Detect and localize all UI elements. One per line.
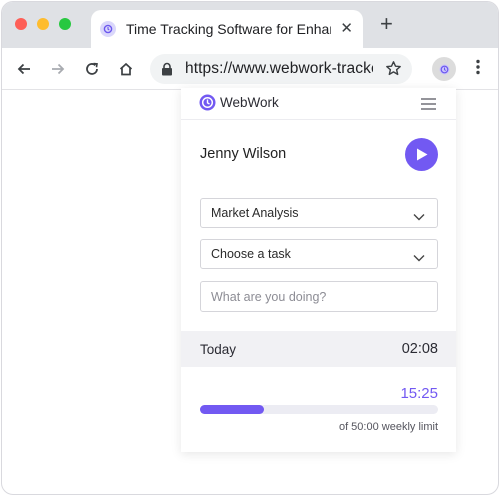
back-arrow-icon[interactable] xyxy=(14,59,34,79)
webwork-logo-icon xyxy=(199,94,216,116)
tab-title: Time Tracking Software for Enhance xyxy=(126,21,331,37)
forward-arrow-icon[interactable] xyxy=(48,59,68,79)
today-time: 02:08 xyxy=(401,341,438,357)
maximize-window-button[interactable] xyxy=(59,18,71,30)
task-select[interactable]: Choose a task xyxy=(200,239,438,269)
today-summary: Today 02:08 xyxy=(181,331,456,367)
lock-icon xyxy=(161,62,173,81)
browser-window: Time Tracking Software for Enhance ✕ + h… xyxy=(1,1,499,495)
chevron-down-icon xyxy=(413,249,425,267)
today-label: Today xyxy=(200,342,237,357)
close-tab-icon[interactable]: ✕ xyxy=(340,19,353,37)
close-window-button[interactable] xyxy=(15,18,27,30)
active-tab[interactable]: Time Tracking Software for Enhance ✕ xyxy=(91,10,363,48)
webwork-extension-button[interactable] xyxy=(432,57,456,81)
address-bar[interactable]: https://www.webwork-tracker.com xyxy=(150,54,412,84)
play-icon xyxy=(416,148,427,161)
new-tab-button[interactable]: + xyxy=(380,13,393,35)
task-select-value: Choose a task xyxy=(211,247,291,261)
reload-icon[interactable] xyxy=(82,59,102,79)
weekly-progress-fill xyxy=(200,405,265,414)
activity-input[interactable] xyxy=(200,281,438,312)
url-text: https://www.webwork-tracker.com xyxy=(185,60,373,77)
chevron-down-icon xyxy=(413,208,425,226)
tab-strip: Time Tracking Software for Enhance ✕ + xyxy=(2,2,498,48)
project-select-value: Market Analysis xyxy=(211,206,299,220)
star-icon[interactable] xyxy=(385,60,402,82)
webwork-favicon-icon xyxy=(100,21,116,37)
start-timer-button[interactable] xyxy=(405,138,438,171)
hamburger-menu-icon[interactable] xyxy=(421,97,436,115)
kebab-menu-icon[interactable] xyxy=(476,59,480,80)
brand-name: WebWork xyxy=(220,95,279,110)
minimize-window-button[interactable] xyxy=(37,18,49,30)
project-select[interactable]: Market Analysis xyxy=(200,198,438,228)
home-icon[interactable] xyxy=(116,59,136,79)
weekly-time: 15:25 xyxy=(400,385,438,402)
popup-header: WebWork xyxy=(181,88,456,120)
weekly-limit-text: of 50:00 weekly limit xyxy=(338,421,438,433)
browser-toolbar: https://www.webwork-tracker.com xyxy=(2,48,498,90)
weekly-progress-bar xyxy=(200,405,438,414)
user-name: Jenny Wilson xyxy=(200,146,287,162)
webwork-popup: WebWork Jenny Wilson Market Analysis Cho… xyxy=(181,88,456,452)
